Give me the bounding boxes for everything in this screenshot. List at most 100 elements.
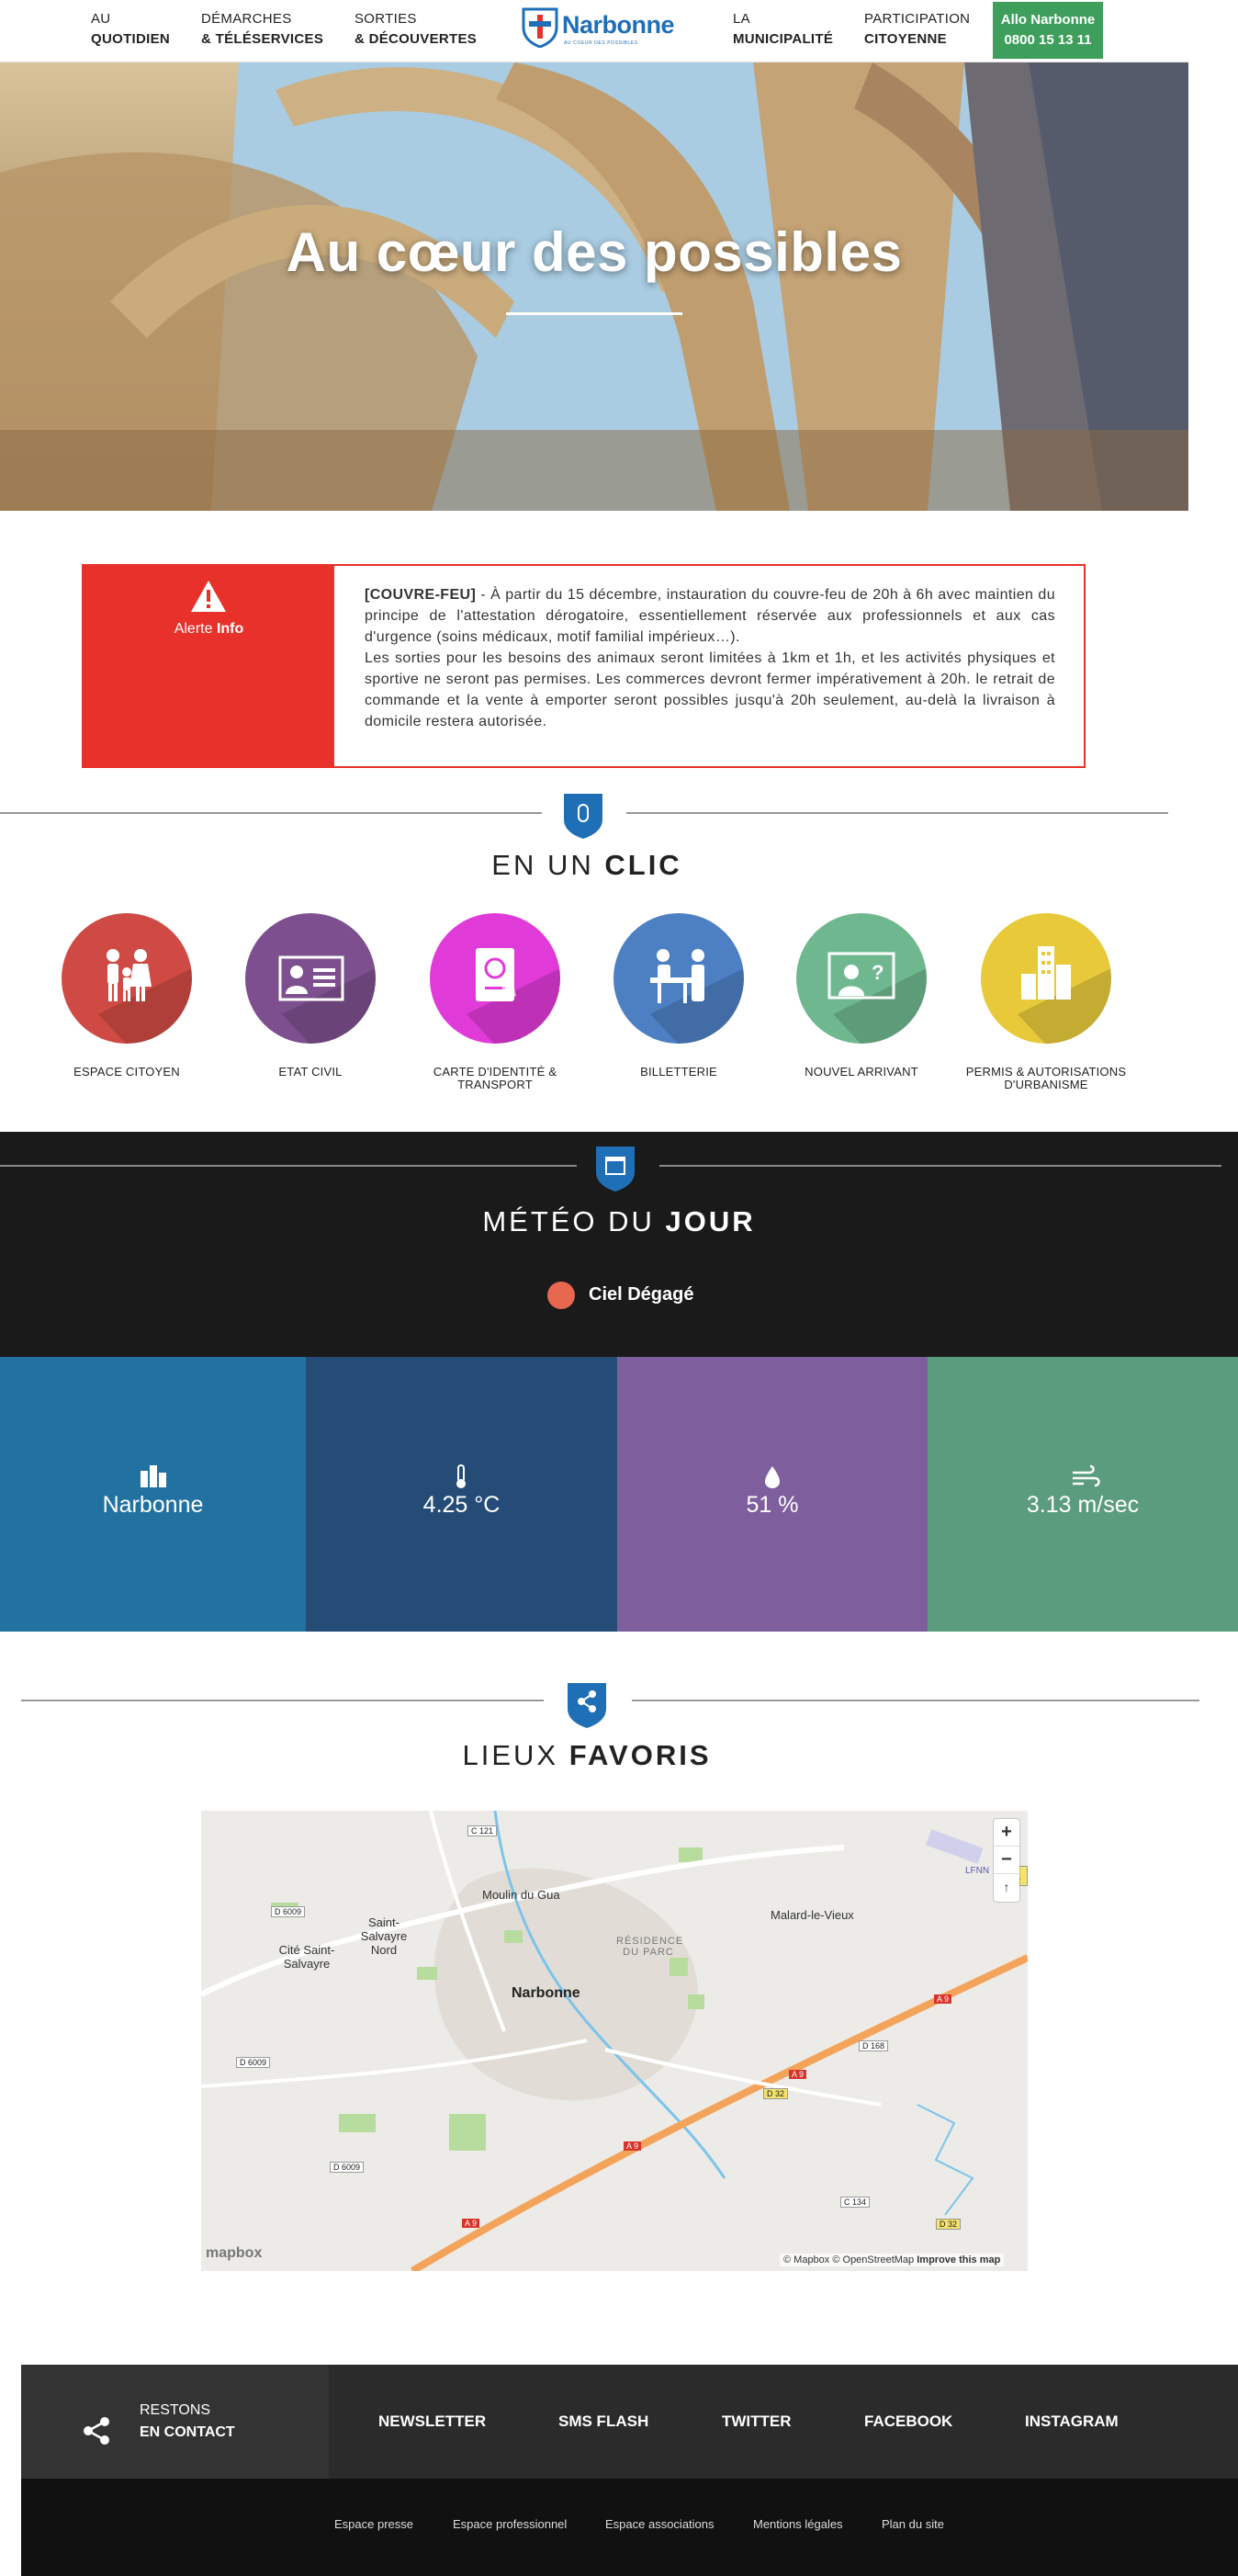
footer-link-presse[interactable]: Espace presse <box>334 2517 413 2531</box>
footer-link-facebook[interactable]: FACEBOOK <box>864 2412 952 2431</box>
footer-link-plan[interactable]: Plan du site <box>882 2517 944 2531</box>
footer-link-twitter[interactable]: TWITTER <box>722 2412 792 2431</box>
nav-participation[interactable]: PARTICIPATION CITOYENNE <box>864 9 970 50</box>
alert-tag: [COUVRE-FEU] <box>365 587 477 603</box>
clic-circle <box>430 913 560 1044</box>
alert-label-panel: Alerte Info <box>84 566 334 766</box>
clic-permis-urbanisme[interactable]: PERMIS & AUTORISATIONS D'URBANISME <box>963 913 1129 1091</box>
mouse-shield-icon <box>564 794 602 839</box>
footer-link-instagram[interactable]: INSTAGRAM <box>1025 2412 1119 2431</box>
wind-icon <box>1073 1464 1100 1487</box>
section-title-lieux: LIEUX FAVORIS <box>462 1739 712 1771</box>
weather-tile-temperature: 4.25 °C <box>306 1357 617 1632</box>
map-label: LFNN <box>965 1866 990 1876</box>
warning-icon <box>191 581 226 612</box>
allo-phone: 0800 15 13 11 <box>1004 32 1092 48</box>
road-shield: A 9 <box>624 2141 642 2151</box>
road-shield: C 121 <box>467 1825 498 1836</box>
passport-icon <box>467 948 560 1044</box>
map-zoom-controls: + − ↑ <box>994 1819 1019 1902</box>
allo-narbonne-button[interactable]: Allo Narbonne 0800 15 13 11 <box>993 2 1103 59</box>
map-label: Saint-Salvayre Nord <box>360 1915 408 1957</box>
zoom-in-button[interactable]: + <box>994 1819 1019 1847</box>
section-title-meteo: MÉTÉO DU JOUR <box>482 1205 756 1237</box>
map-attribution: © Mapbox © OpenStreetMap Improve this ma… <box>780 2254 1005 2266</box>
road-shield: C 134 <box>840 2197 871 2208</box>
sun-icon <box>547 1282 575 1309</box>
clic-carte-identite[interactable]: CARTE D'IDENTITÉ & TRANSPORT <box>412 913 578 1091</box>
ticket-desk-icon <box>650 949 744 1044</box>
road-shield: A 9 <box>789 2070 807 2079</box>
road-shield: D 6009 <box>330 2162 365 2173</box>
thermometer-icon <box>456 1464 466 1488</box>
clic-circle <box>245 913 376 1044</box>
hero-cathedral-image <box>0 62 1188 511</box>
road-shield: D 32 <box>763 2088 789 2099</box>
nav-municipalite[interactable]: LA MUNICIPALITÉ <box>733 9 833 50</box>
footer-link-sms-flash[interactable]: SMS FLASH <box>558 2412 648 2431</box>
section-divider <box>0 812 542 814</box>
improve-map-link[interactable]: Improve this map <box>917 2254 1000 2265</box>
family-icon <box>98 949 192 1044</box>
section-title-clic: EN UN CLIC <box>491 849 682 881</box>
section-divider <box>659 1165 1221 1167</box>
road-shield: D 168 <box>859 2040 889 2051</box>
site-header: AU QUOTIDIEN DÉMARCHES & TÉLÉSERVICES SO… <box>0 0 1188 62</box>
section-divider <box>632 1700 1199 1701</box>
allo-title: Allo Narbonne <box>1000 12 1096 28</box>
share-icon <box>84 2417 109 2445</box>
map-canvas <box>201 1811 1028 2271</box>
buildings-icon <box>1018 946 1111 1044</box>
road-shield: A 9 <box>934 1994 952 2004</box>
map-label: Malard-le-Vieux <box>771 1908 854 1922</box>
newcomer-icon: ? <box>827 952 927 1044</box>
road-shield: A 9 <box>462 2219 480 2228</box>
footer-link-mentions[interactable]: Mentions légales <box>753 2517 843 2531</box>
compass-button[interactable]: ↑ <box>994 1874 1019 1902</box>
svg-text:?: ? <box>872 961 883 984</box>
alert-box: Alerte Info [COUVRE-FEU] - À partir du 1… <box>82 564 1086 768</box>
clic-circle <box>981 913 1111 1044</box>
nav-demarches[interactable]: DÉMARCHES & TÉLÉSERVICES <box>201 9 323 50</box>
road-shield: D 32 <box>936 2219 962 2230</box>
alert-message: [COUVRE-FEU] - À partir du 15 décembre, … <box>365 587 1055 729</box>
footer-link-associations[interactable]: Espace associations <box>605 2517 715 2531</box>
footer-link-newsletter[interactable]: NEWSLETTER <box>378 2412 486 2431</box>
zoom-out-button[interactable]: − <box>994 1847 1019 1874</box>
weather-status: Ciel Dégagé <box>589 1284 694 1305</box>
clic-billetterie[interactable]: BILLETTERIE <box>596 913 761 1079</box>
map-label: Moulin du Gua <box>482 1888 560 1902</box>
contact-heading: RESTONS EN CONTACT <box>140 2402 235 2440</box>
weather-tile-city: Narbonne <box>0 1357 306 1632</box>
section-divider <box>0 1165 577 1167</box>
clic-etat-civil[interactable]: ETAT CIVIL <box>228 913 393 1079</box>
logo-shield-icon <box>522 7 558 49</box>
calendar-shield-icon <box>596 1147 635 1192</box>
hero-underline <box>506 312 682 315</box>
footer-link-professionnel[interactable]: Espace professionnel <box>453 2517 567 2531</box>
map-label: RÉSIDENCE DU PARC <box>616 1936 684 1958</box>
nav-au-quotidien[interactable]: AU QUOTIDIEN <box>91 9 170 50</box>
city-icon <box>141 1465 166 1487</box>
hero-title: Au cœur des possibles <box>286 221 903 283</box>
weather-tile-wind: 3.13 m/sec <box>928 1357 1238 1632</box>
site-logo[interactable]: Narbonne au coeur des possibles <box>522 7 676 50</box>
map-label-narbonne: Narbonne <box>512 1985 580 2001</box>
clic-circle: ? <box>796 913 927 1044</box>
section-divider <box>21 1700 544 1701</box>
road-shield: D 6009 <box>236 2057 271 2068</box>
drop-icon <box>765 1466 780 1488</box>
clic-nouvel-arrivant[interactable]: ? NOUVEL ARRIVANT <box>779 913 944 1079</box>
clic-circle <box>62 913 192 1044</box>
clic-espace-citoyen[interactable]: ESPACE CITOYEN <box>44 913 209 1079</box>
nav-sorties[interactable]: SORTIES & DÉCOUVERTES <box>355 9 477 50</box>
share-shield-icon <box>568 1683 606 1728</box>
hero-banner: Au cœur des possibles <box>0 62 1188 511</box>
clic-circle <box>613 913 744 1044</box>
id-card-icon <box>278 955 376 1044</box>
weather-tile-humidity: 51 % <box>617 1357 928 1632</box>
mapbox-logo[interactable]: mapbox <box>206 2245 262 2262</box>
map-label: Cité Saint-Salvayre <box>278 1943 335 1971</box>
favorites-map[interactable]: Moulin du Gua Saint-Salvayre Nord Cité S… <box>201 1811 1028 2271</box>
section-divider <box>626 812 1168 814</box>
